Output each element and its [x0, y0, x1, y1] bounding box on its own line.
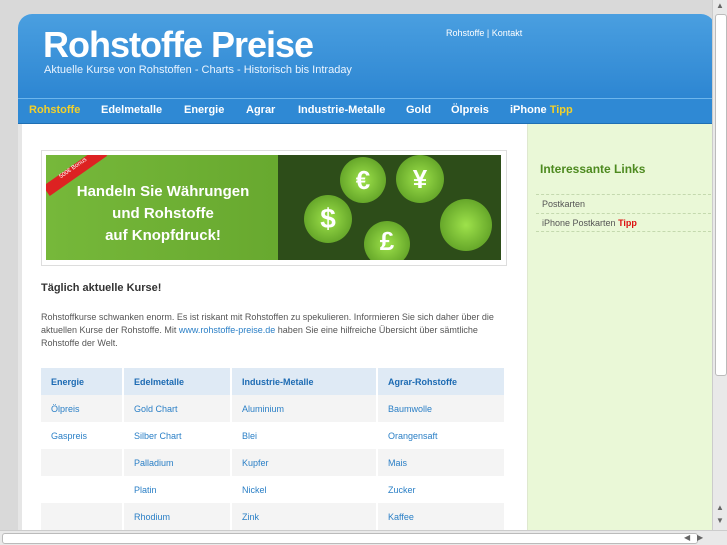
table-cell — [41, 476, 124, 503]
table-row: Platin Nickel Zucker — [41, 476, 506, 503]
euro-gear-icon: € — [340, 157, 386, 203]
nav-item-gold[interactable]: Gold — [406, 104, 431, 116]
sidebar-link-label: iPhone Postkarten — [542, 218, 616, 228]
table-header-row: Energie Edelmetalle Industrie-Metalle Ag… — [41, 368, 506, 395]
nav-item-industrie-metalle[interactable]: Industrie-Metalle — [298, 104, 385, 116]
table-cell[interactable]: Mais — [377, 449, 506, 476]
nav-item-iphone[interactable]: iPhone Tipp — [510, 104, 573, 116]
banner-line-2: und Rohstoffe — [112, 205, 214, 222]
table-row: Palladium Kupfer Mais — [41, 449, 506, 476]
horizontal-scroll-thumb[interactable] — [2, 533, 698, 544]
table-cell[interactable]: Nickel — [231, 476, 378, 503]
col-header-edelmetalle[interactable]: Edelmetalle — [123, 368, 232, 395]
nav-item-agrar[interactable]: Agrar — [246, 104, 275, 116]
nav-item-iphone-label: iPhone — [510, 104, 547, 116]
scroll-up-arrow-icon[interactable]: ▲ — [716, 1, 724, 10]
table-cell[interactable]: Palladium — [123, 449, 232, 476]
table-cell[interactable]: Kaffee — [377, 503, 506, 530]
table-row: Rhodium Zink Kaffee — [41, 503, 506, 530]
table-cell[interactable]: Aluminium — [231, 395, 378, 422]
table-cell[interactable]: Baumwolle — [377, 395, 506, 422]
banner-gears-image: € ¥ $ £ — [278, 155, 501, 260]
banner-line-3: auf Knopfdruck! — [105, 227, 221, 244]
gear-icon — [440, 199, 492, 251]
pound-gear-icon: £ — [364, 221, 410, 260]
site-tagline: Aktuelle Kurse von Rohstoffen - Charts -… — [44, 64, 352, 76]
sidebar-tipp-badge: Tipp — [618, 218, 637, 228]
banner-line-1: Handeln Sie Währungen — [76, 183, 250, 200]
col-header-agrar-rohstoffe[interactable]: Agrar-Rohstoffe — [377, 368, 506, 395]
yen-gear-icon: ¥ — [396, 155, 444, 203]
table-cell[interactable]: Rhodium — [123, 503, 232, 530]
nav-tipp-badge: Tipp — [549, 104, 573, 116]
table-cell[interactable]: Ölpreis — [41, 395, 124, 422]
toplink-kontakt[interactable]: Kontakt — [492, 28, 523, 38]
site-title[interactable]: Rohstoffe Preise — [43, 24, 314, 66]
table-cell[interactable]: Zink — [231, 503, 378, 530]
table-cell[interactable]: Blei — [231, 422, 378, 449]
table-cell[interactable]: Kupfer — [231, 449, 378, 476]
nav-item-energie[interactable]: Energie — [184, 104, 224, 116]
page: Rohstoffe Preise Aktuelle Kurse von Rohs… — [18, 14, 715, 534]
table-cell[interactable]: Zucker — [377, 476, 506, 503]
table-row: Ölpreis Gold Chart Aluminium Baumwolle — [41, 395, 506, 422]
sidebar-link-iphone-postkarten[interactable]: iPhone Postkarten Tipp — [536, 213, 711, 232]
sidebar: Interessante Links Postkarten iPhone Pos… — [527, 124, 715, 534]
header: Rohstoffe Preise Aktuelle Kurse von Rohs… — [18, 14, 715, 98]
table-row: Gaspreis Silber Chart Blei Orangensaft — [41, 422, 506, 449]
main-content: 500€ Bonus Handeln Sie Währungen und Roh… — [18, 124, 527, 534]
vertical-scrollbar[interactable]: ▲ ▲ ▼ — [712, 0, 727, 531]
top-links: Rohstoffe | Kontakt — [446, 28, 522, 38]
scroll-down-arrow-icon[interactable]: ▼ — [716, 516, 724, 525]
vertical-scroll-thumb[interactable] — [715, 14, 727, 376]
table-cell[interactable]: Platin — [123, 476, 232, 503]
commodity-table: Energie Edelmetalle Industrie-Metalle Ag… — [41, 368, 506, 530]
table-cell[interactable]: Orangensaft — [377, 422, 506, 449]
col-header-energie[interactable]: Energie — [41, 368, 124, 395]
table-cell[interactable]: Silber Chart — [123, 422, 232, 449]
scroll-right-arrow-icon[interactable]: ▶ — [697, 533, 703, 542]
banner-frame: 500€ Bonus Handeln Sie Währungen und Roh… — [41, 150, 507, 266]
sidebar-title: Interessante Links — [540, 162, 646, 176]
banner-text: Handeln Sie Währungen und Rohstoffe auf … — [46, 181, 280, 247]
sidebar-link-postkarten[interactable]: Postkarten — [536, 194, 711, 213]
table-cell[interactable]: Gold Chart — [123, 395, 232, 422]
main-nav: Rohstoffe Edelmetalle Energie Agrar Indu… — [18, 98, 715, 124]
scroll-left-arrow-icon[interactable]: ◀ — [684, 533, 690, 542]
nav-item-rohstoffe[interactable]: Rohstoffe — [29, 104, 80, 116]
table-cell — [41, 503, 124, 530]
col-header-industrie-metalle[interactable]: Industrie-Metalle — [231, 368, 378, 395]
section-title: Täglich aktuelle Kurse! — [41, 282, 162, 294]
nav-item-oelpreis[interactable]: Ölpreis — [451, 104, 489, 116]
toplink-rohstoffe[interactable]: Rohstoffe — [446, 28, 484, 38]
intro-site-link[interactable]: www.rohstoffe-preise.de — [179, 325, 275, 335]
dollar-gear-icon: $ — [304, 195, 352, 243]
scroll-up-arrow-icon[interactable]: ▲ — [716, 503, 724, 512]
intro-text: Rohstoffkurse schwanken enorm. Es ist ri… — [41, 311, 505, 350]
nav-item-edelmetalle[interactable]: Edelmetalle — [101, 104, 162, 116]
forex-banner[interactable]: 500€ Bonus Handeln Sie Währungen und Roh… — [46, 155, 501, 260]
table-cell — [41, 449, 124, 476]
toplink-separator: | — [486, 28, 490, 38]
table-cell[interactable]: Gaspreis — [41, 422, 124, 449]
horizontal-scrollbar[interactable]: ◀ ▶ — [0, 530, 727, 545]
